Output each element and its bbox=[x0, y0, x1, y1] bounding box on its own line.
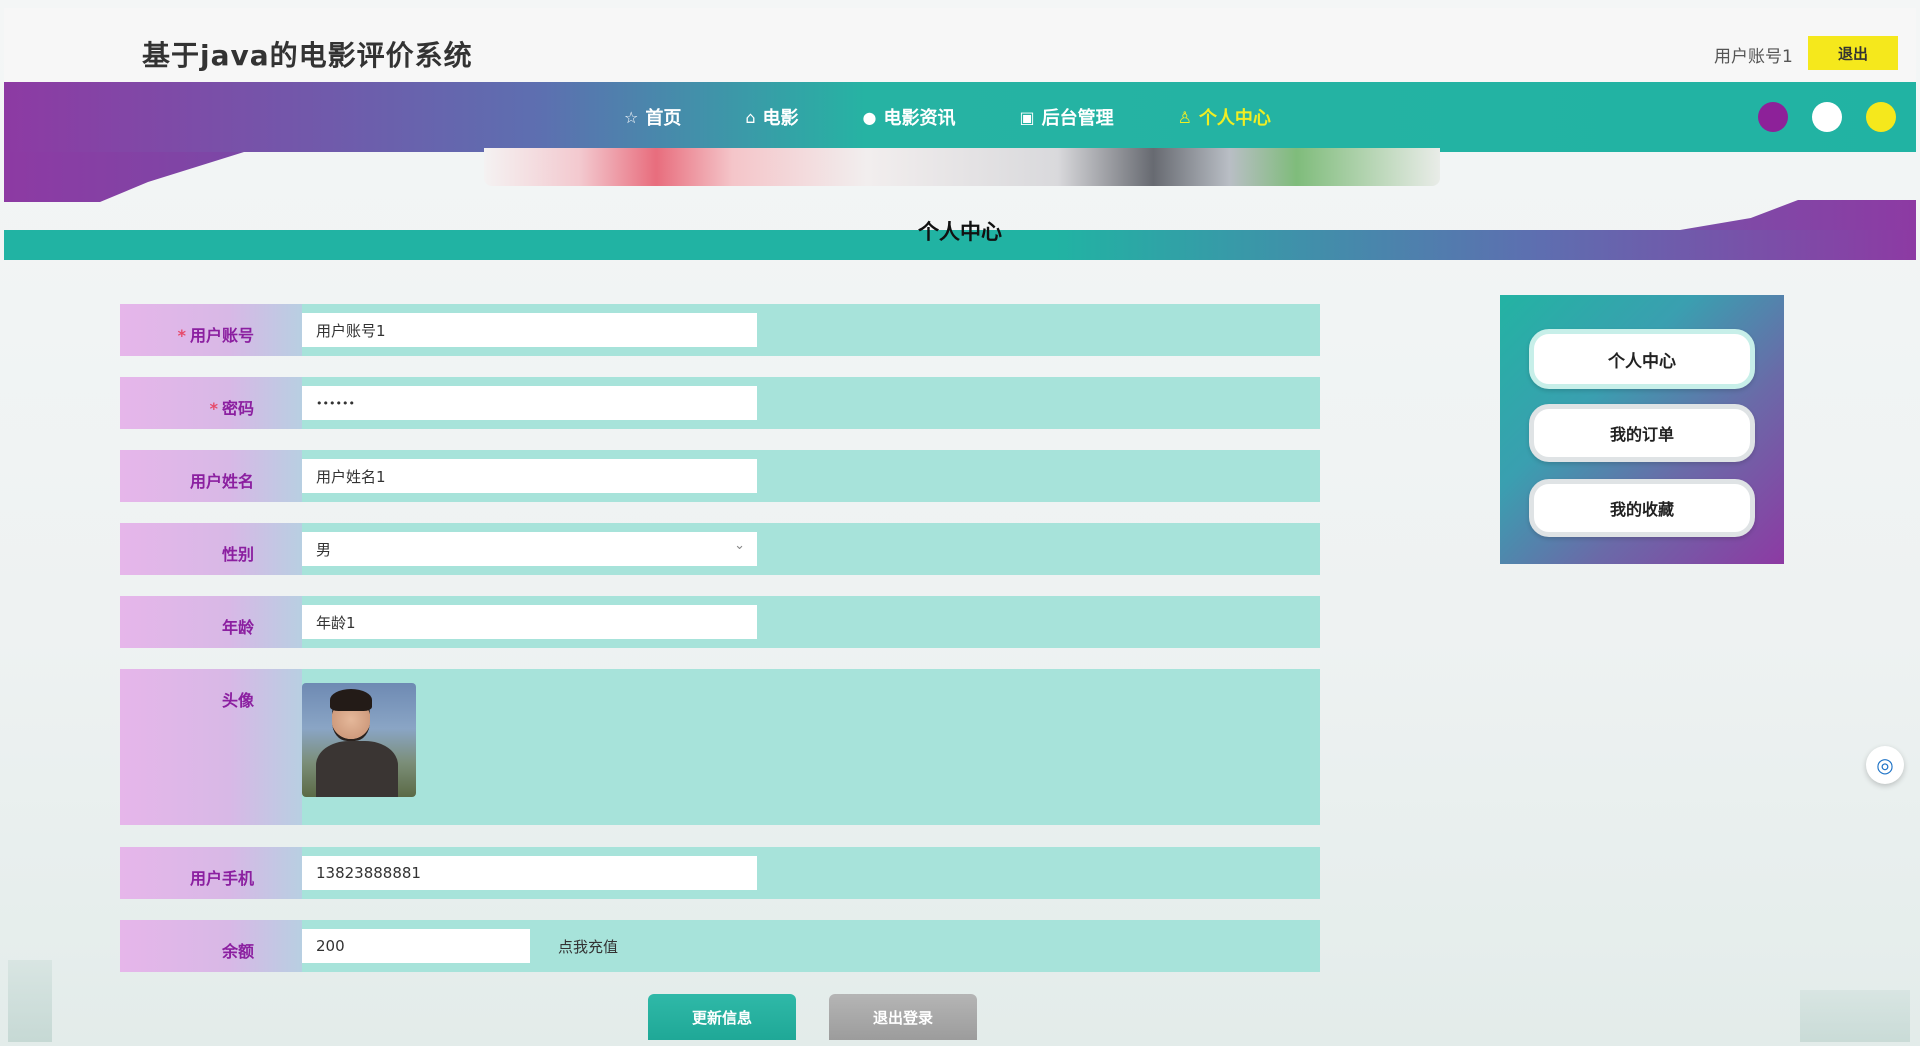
required-mark: * bbox=[177, 326, 186, 345]
nav-label: 电影资讯 bbox=[883, 108, 956, 129]
site-title: 基于java的电影评价系统 bbox=[142, 39, 473, 72]
chat-float-icon[interactable]: ◎ bbox=[1866, 746, 1904, 784]
age-input[interactable]: 年龄1 bbox=[302, 605, 757, 639]
admin-icon: ▣ bbox=[1019, 107, 1035, 127]
form-row-account: * 用户账号 用户账号1 bbox=[120, 304, 1320, 356]
field-label: 性别 bbox=[221, 545, 254, 564]
nav-label: 首页 bbox=[645, 108, 682, 129]
background-scenery bbox=[8, 960, 52, 1042]
star-icon: ☆ bbox=[624, 107, 639, 127]
side-item-my-favorites[interactable]: 我的收藏 bbox=[1529, 479, 1755, 537]
field-label-container: 用户手机 bbox=[120, 847, 302, 899]
background-scenery bbox=[1800, 990, 1910, 1042]
form-row-name: 用户姓名 用户姓名1 bbox=[120, 450, 1320, 502]
password-input[interactable]: •••••• bbox=[302, 386, 757, 420]
user-icon: ♙ bbox=[1177, 107, 1192, 127]
form-row-age: 年龄 年龄1 bbox=[120, 596, 1320, 648]
nav-label: 个人中心 bbox=[1198, 108, 1271, 129]
recharge-link[interactable]: 点我充值 bbox=[558, 936, 618, 957]
info-icon: ● bbox=[862, 107, 877, 127]
update-info-button[interactable]: 更新信息 bbox=[648, 994, 796, 1040]
gender-select-value: 男 bbox=[316, 540, 332, 559]
avatar-hair bbox=[330, 689, 372, 711]
side-item-personal-center[interactable]: 个人中心 bbox=[1529, 329, 1755, 389]
field-label: 用户姓名 bbox=[189, 472, 254, 491]
field-label: 余额 bbox=[221, 942, 254, 961]
form-row-phone: 用户手机 13823888881 bbox=[120, 847, 1320, 899]
field-label: * 密码 bbox=[209, 399, 254, 418]
chevron-down-icon: ⌄ bbox=[734, 538, 745, 553]
user-account-name: 用户账号1 bbox=[1714, 47, 1793, 67]
nav-item-movie[interactable]: ⌂ 电影 bbox=[745, 104, 798, 130]
main-navbar: ☆ 首页 ⌂ 电影 ● 电影资讯 ▣ 后台管理 ♙ 个人中心 bbox=[4, 82, 1916, 152]
name-input[interactable]: 用户姓名1 bbox=[302, 459, 757, 493]
field-label: 头像 bbox=[221, 691, 254, 710]
avatar-upload[interactable] bbox=[302, 683, 416, 797]
theme-dot-white[interactable] bbox=[1812, 102, 1842, 132]
phone-input[interactable]: 13823888881 bbox=[302, 856, 757, 890]
nav-menu: ☆ 首页 ⌂ 电影 ● 电影资讯 ▣ 后台管理 ♙ 个人中心 bbox=[624, 82, 1335, 152]
nav-item-movie-news[interactable]: ● 电影资讯 bbox=[863, 104, 956, 130]
gender-select[interactable]: 男 ⌄ bbox=[302, 532, 757, 566]
theme-dot-purple[interactable] bbox=[1758, 102, 1788, 132]
form-row-gender: 性别 男 ⌄ bbox=[120, 523, 1320, 575]
field-label-container: * 密码 bbox=[120, 377, 302, 429]
field-label-container: 头像 bbox=[120, 669, 302, 825]
side-menu: 个人中心 我的订单 我的收藏 bbox=[1500, 295, 1784, 564]
field-label-container: 用户姓名 bbox=[120, 450, 302, 502]
field-label-container: * 用户账号 bbox=[120, 304, 302, 356]
avatar-figure bbox=[316, 741, 398, 797]
balance-input[interactable]: 200 bbox=[302, 929, 530, 963]
theme-dot-yellow[interactable] bbox=[1866, 102, 1896, 132]
required-mark: * bbox=[209, 399, 218, 418]
home-icon: ⌂ bbox=[745, 107, 756, 127]
nav-label: 电影 bbox=[762, 108, 799, 129]
field-label: 年龄 bbox=[221, 618, 254, 637]
nav-item-personal-center[interactable]: ♙ 个人中心 bbox=[1178, 104, 1271, 130]
top-header: 基于java的电影评价系统 用户账号1 退出 bbox=[4, 8, 1916, 82]
banner-image bbox=[484, 148, 1440, 186]
nav-label: 后台管理 bbox=[1041, 108, 1114, 129]
banner-wave-left bbox=[4, 152, 244, 202]
field-label-container: 性别 bbox=[120, 523, 302, 575]
field-label: * 用户账号 bbox=[177, 326, 254, 345]
form-row-password: * 密码 •••••• bbox=[120, 377, 1320, 429]
field-label-container: 余额 bbox=[120, 920, 302, 972]
logout-button[interactable]: 退出 bbox=[1808, 36, 1898, 70]
nav-item-admin[interactable]: ▣ 后台管理 bbox=[1019, 104, 1113, 130]
side-item-my-orders[interactable]: 我的订单 bbox=[1529, 404, 1755, 462]
page-title: 个人中心 bbox=[918, 220, 1002, 244]
nav-item-home[interactable]: ☆ 首页 bbox=[624, 104, 681, 130]
form-row-avatar: 头像 bbox=[120, 669, 1320, 825]
field-label: 用户手机 bbox=[189, 869, 254, 888]
field-label-container: 年龄 bbox=[120, 596, 302, 648]
logout-account-button[interactable]: 退出登录 bbox=[829, 994, 977, 1040]
account-input[interactable]: 用户账号1 bbox=[302, 313, 757, 347]
form-row-balance: 余额 200 点我充值 bbox=[120, 920, 1320, 972]
